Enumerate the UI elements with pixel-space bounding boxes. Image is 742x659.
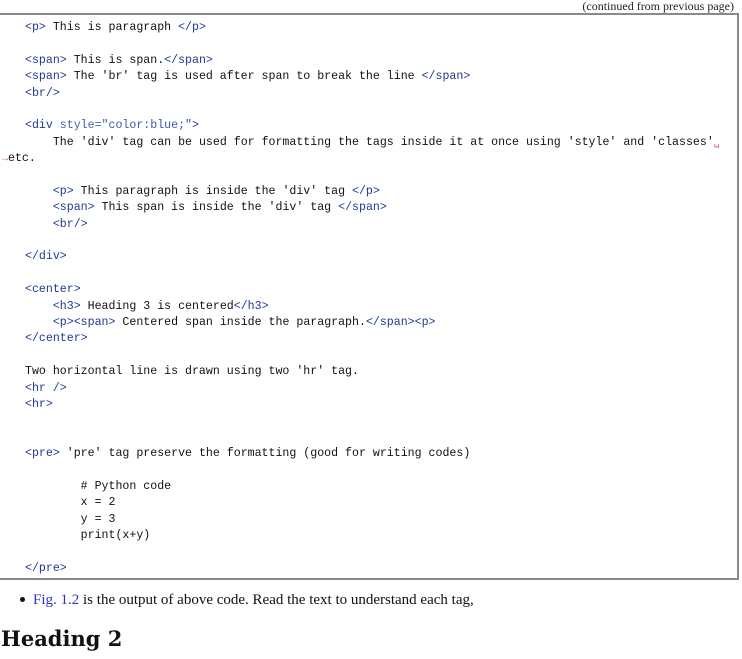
code-tag: <span> xyxy=(25,53,67,67)
code-line: <span> The 'br' tag is used after span t… xyxy=(0,69,737,85)
code-line: <p> This is paragraph </p> xyxy=(0,20,737,36)
figure-link[interactable]: Fig. 1.2 xyxy=(33,592,79,608)
code-text: print(x+y) xyxy=(80,529,151,543)
code-text: The 'div' tag can be used for formatting… xyxy=(52,135,714,149)
code-tag: </span><p> xyxy=(365,316,436,330)
code-tag: <p> xyxy=(52,184,74,198)
code-tag: > xyxy=(192,119,199,133)
code-line: print(x+y) xyxy=(0,528,737,544)
continued-note: (continued from previous page) xyxy=(582,0,734,13)
code-tag: <h3> xyxy=(52,299,81,313)
code-text: This is span. xyxy=(66,53,165,67)
code-line: <center> xyxy=(0,282,737,298)
code-tag: </h3> xyxy=(233,299,269,313)
code-line: <div style="color:blue;"> xyxy=(0,118,737,134)
code-text: etc. xyxy=(8,152,36,166)
code-tag: </span> xyxy=(421,70,471,84)
code-text: 'pre' tag preserve the formatting (good … xyxy=(59,447,471,461)
code-text: The 'br' tag is used after span to break… xyxy=(66,70,422,84)
bullet-icon xyxy=(20,596,25,602)
section-heading: Heading 2 xyxy=(1,626,123,651)
code-text: Two horizontal line is drawn using two '… xyxy=(25,365,359,379)
code-line: y = 3 xyxy=(0,512,737,528)
code-line: <br/> xyxy=(0,86,737,102)
code-tag: <span> xyxy=(25,70,67,84)
bullet-item: Fig. 1.2 is the output of above code. Re… xyxy=(0,592,474,609)
code-line: The 'div' tag can be used for formatting… xyxy=(0,135,737,151)
code-tag: </div> xyxy=(25,250,67,264)
code-tag: </span> xyxy=(338,201,387,215)
code-str: "color:blue;" xyxy=(101,119,192,133)
code-line: <pre> 'pre' tag preserve the formatting … xyxy=(0,446,737,462)
code-tag: <p> xyxy=(25,21,46,34)
line-wrap-marker-icon: ␣ xyxy=(713,137,720,149)
code-line: <h3> Heading 3 is centered</h3> xyxy=(0,299,737,315)
code-tag: <br/> xyxy=(52,217,88,231)
code-tag: <hr /> xyxy=(25,381,67,395)
code-tag: </pre> xyxy=(25,561,67,575)
code-tag: <p><span> xyxy=(52,316,116,330)
code-tag: <hr> xyxy=(25,397,53,411)
bullet-text: is the output of above code. Read the te… xyxy=(79,592,474,608)
code-text: This paragraph is inside the 'div' tag xyxy=(73,184,353,198)
code-listing: <p> This is paragraph </p> <span> This is… xyxy=(0,20,737,577)
code-text: # Python code xyxy=(80,479,172,493)
code-tag: </p> xyxy=(178,21,206,34)
code-tag: </center> xyxy=(25,332,88,346)
code-text: Heading 3 is centered xyxy=(80,299,234,313)
code-line: </div> xyxy=(0,249,737,265)
code-text: y = 3 xyxy=(80,512,116,526)
code-text: This span is inside the 'div' tag xyxy=(94,201,339,215)
code-listing-box: <p> This is paragraph </p> <span> This is… xyxy=(0,13,739,580)
code-text: This is paragraph xyxy=(45,21,179,34)
code-line: # Python code xyxy=(0,479,737,495)
code-line: x = 2 xyxy=(0,495,737,511)
code-text: x = 2 xyxy=(80,496,116,510)
code-line: <p><span> Centered span inside the parag… xyxy=(0,315,737,331)
code-line: Two horizontal line is drawn using two '… xyxy=(0,364,737,380)
code-line: <p> This paragraph is inside the 'div' t… xyxy=(0,184,737,200)
code-line: </center> xyxy=(0,331,737,347)
code-line: <span> This is span.</span> xyxy=(0,53,737,69)
code-line: <br/> xyxy=(0,217,737,233)
code-text: Centered span inside the paragraph. xyxy=(115,316,366,330)
code-tag: <br/> xyxy=(25,86,60,100)
code-tag: <div xyxy=(25,119,60,133)
code-attr: style= xyxy=(59,119,102,133)
code-line: →etc. xyxy=(0,151,737,167)
code-tag: <center> xyxy=(25,283,81,297)
code-tag: </p> xyxy=(352,184,380,198)
code-tag: <span> xyxy=(52,201,95,215)
code-tag: <pre> xyxy=(25,447,60,461)
code-tag: </span> xyxy=(164,53,213,67)
code-line: </pre> xyxy=(0,561,737,577)
code-line: <span> This span is inside the 'div' tag… xyxy=(0,200,737,216)
code-line: <hr> xyxy=(0,397,737,413)
code-line: <hr /> xyxy=(0,381,737,397)
